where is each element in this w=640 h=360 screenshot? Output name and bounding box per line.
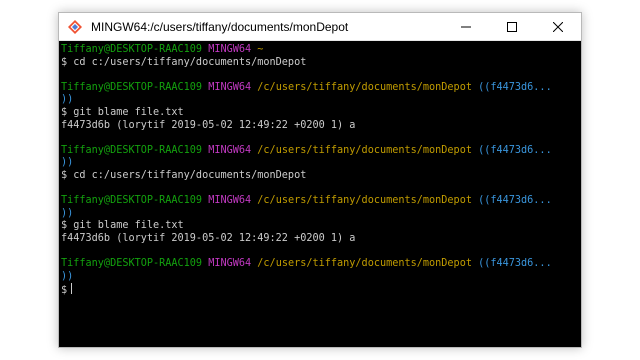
terminal-text: MINGW64 [208, 195, 252, 207]
terminal-window: MINGW64:/c/users/tiffany/documents/monDe… [58, 12, 582, 348]
window-title: MINGW64:/c/users/tiffany/documents/monDe… [91, 19, 349, 34]
terminal-text: MINGW64 [208, 258, 252, 270]
close-button[interactable] [535, 13, 581, 41]
terminal-text: f4473d6b (lorytif 2019-05-02 12:49:22 +0… [61, 119, 356, 131]
terminal-text: $ git blame file.txt [61, 106, 184, 118]
terminal-line: )) [61, 157, 566, 170]
terminal-line: f4473d6b (lorytif 2019-05-02 12:49:22 +0… [61, 233, 566, 246]
terminal-text: ~ [251, 44, 264, 55]
terminal-line: f4473d6b (lorytif 2019-05-02 12:49:22 +0… [61, 120, 566, 133]
terminal-text: MINGW64 [208, 44, 252, 55]
scrollbar[interactable] [566, 42, 581, 347]
terminal-text: ((f4473d6... [471, 195, 552, 207]
terminal-line: $ git blame file.txt [61, 220, 566, 233]
maximize-icon [507, 21, 517, 32]
terminal-text: $ cd c:/users/tiffany/documents/monDepot [61, 169, 307, 181]
terminal-text: f4473d6b (lorytif 2019-05-02 12:49:22 +0… [61, 232, 356, 244]
terminal-text: ((f4473d6... [471, 144, 552, 156]
terminal-text: /c/users/tiffany/documents/monDepot [251, 144, 472, 156]
terminal-text: $ [61, 285, 68, 297]
terminal-line: $ [61, 283, 566, 296]
terminal-text: MINGW64 [208, 144, 252, 156]
terminal-text: )) [61, 157, 74, 169]
terminal-line: Tiffany@DESKTOP-RAAC109 MINGW64 ~ [61, 44, 566, 57]
terminal-text: Tiffany@DESKTOP-RAAC109 [61, 258, 203, 270]
terminal-text: )) [61, 270, 74, 282]
terminal-line: $ git blame file.txt [61, 107, 566, 120]
terminal-line: Tiffany@DESKTOP-RAAC109 MINGW64 /c/users… [61, 195, 566, 208]
terminal-line: )) [61, 271, 566, 284]
maximize-button[interactable] [489, 13, 535, 41]
terminal-text: Tiffany@DESKTOP-RAAC109 [61, 144, 203, 156]
terminal-text: $ cd c:/users/tiffany/documents/monDepot [61, 56, 307, 68]
terminal-line: $ cd c:/users/tiffany/documents/monDepot [61, 57, 566, 70]
terminal-text: /c/users/tiffany/documents/monDepot [251, 258, 472, 270]
terminal-text: ((f4473d6... [471, 258, 552, 270]
minimize-icon [461, 26, 471, 27]
terminal-text: Tiffany@DESKTOP-RAAC109 [61, 195, 203, 207]
title-bar[interactable]: MINGW64:/c/users/tiffany/documents/monDe… [59, 13, 581, 41]
terminal-line: Tiffany@DESKTOP-RAAC109 MINGW64 /c/users… [61, 82, 566, 95]
terminal-line: $ cd c:/users/tiffany/documents/monDepot [61, 170, 566, 183]
terminal-line: )) [61, 208, 566, 221]
terminal-text: )) [61, 207, 74, 219]
close-icon [553, 21, 563, 32]
terminal-text: ((f4473d6... [471, 81, 552, 93]
window-controls [443, 13, 581, 41]
terminal-output[interactable]: Tiffany@DESKTOP-RAAC109 MINGW64 ~ $ cd c:… [59, 42, 566, 347]
minimize-button[interactable] [443, 13, 489, 41]
terminal-line: Tiffany@DESKTOP-RAAC109 MINGW64 /c/users… [61, 258, 566, 271]
terminal-text: /c/users/tiffany/documents/monDepot [251, 195, 472, 207]
terminal-line: Tiffany@DESKTOP-RAAC109 MINGW64 /c/users… [61, 145, 566, 158]
terminal-text: Tiffany@DESKTOP-RAAC109 [61, 44, 203, 55]
git-bash-icon[interactable] [67, 18, 83, 35]
terminal-text: Tiffany@DESKTOP-RAAC109 [61, 81, 203, 93]
terminal-text: $ git blame file.txt [61, 220, 184, 232]
terminal-text: )) [61, 94, 74, 106]
terminal-line: )) [61, 94, 566, 107]
terminal-text: MINGW64 [208, 81, 252, 93]
terminal-text: /c/users/tiffany/documents/monDepot [251, 81, 472, 93]
text-cursor [71, 283, 73, 295]
